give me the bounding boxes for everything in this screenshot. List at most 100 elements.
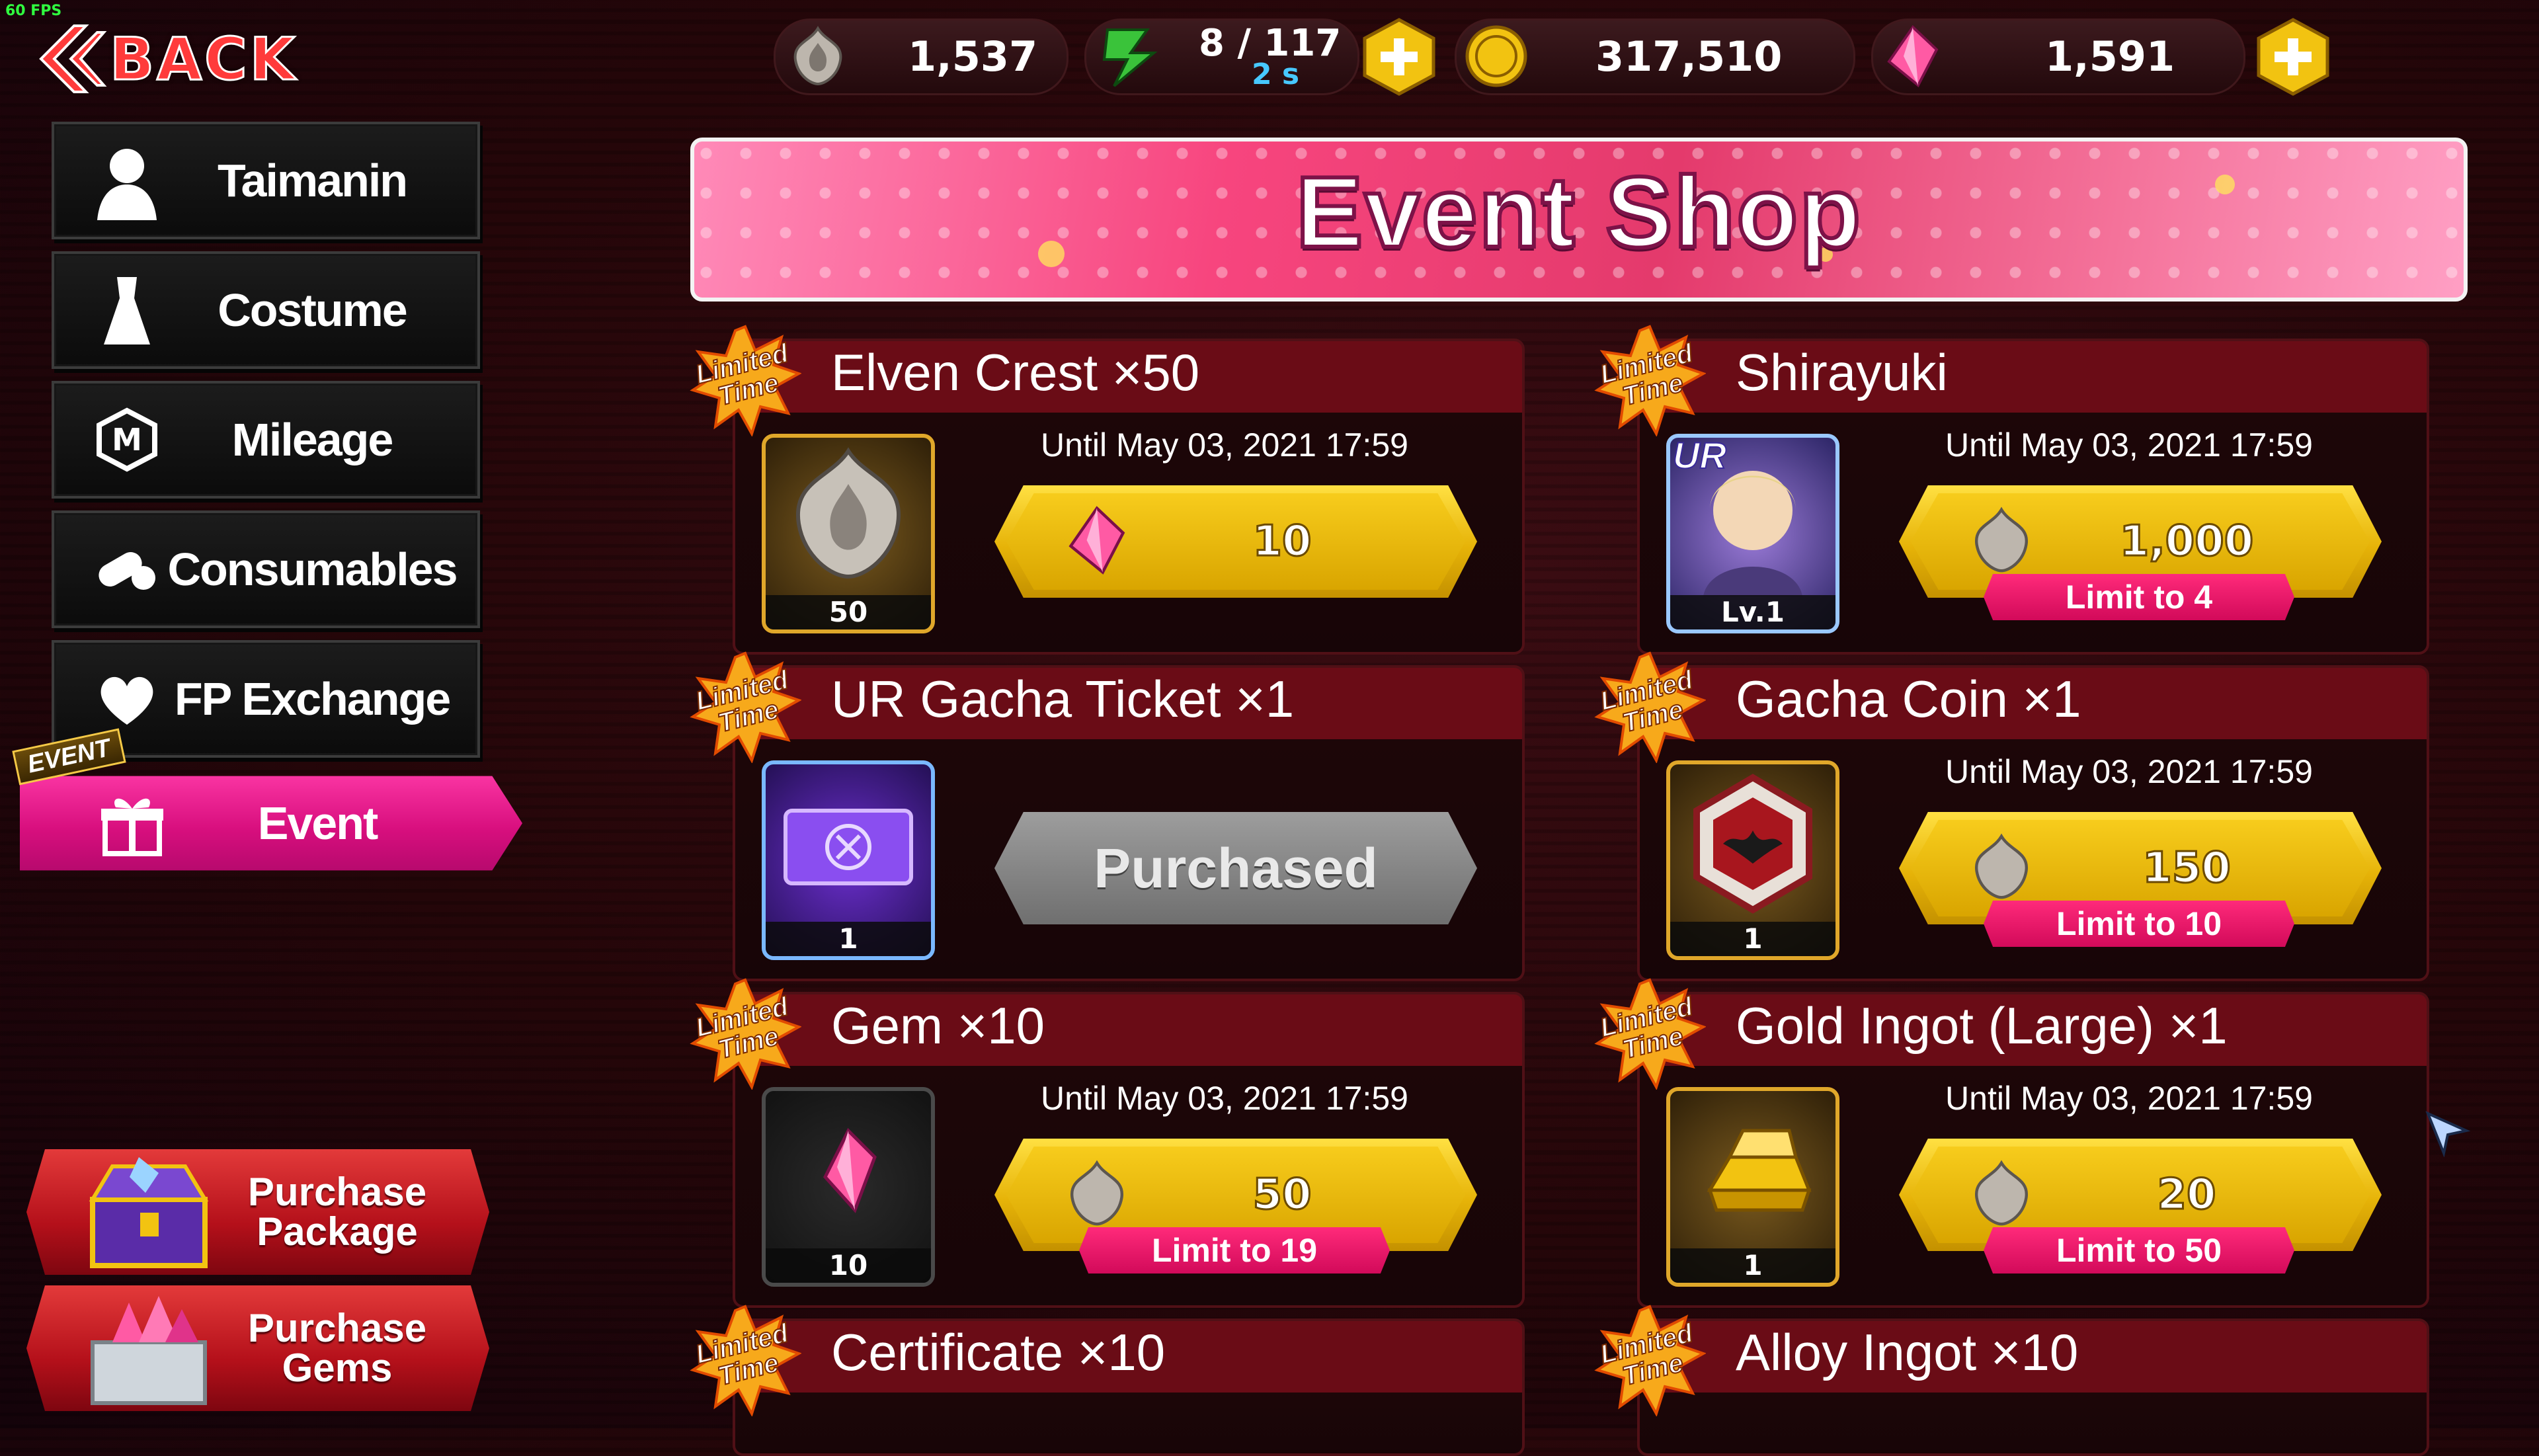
crest-icon: [1975, 1160, 2028, 1226]
gacha-coin-icon: [1693, 774, 1812, 914]
gem-icon: [1887, 24, 1939, 88]
item-name: Certificate ×10: [831, 1323, 1166, 1381]
gacha-ticket-icon: [784, 809, 913, 885]
svg-text:M: M: [112, 422, 142, 458]
item-name: Alloy Ingot ×10: [1736, 1323, 2079, 1381]
purchase-gems-line2: Gems: [282, 1346, 393, 1390]
gem-icon: [1068, 506, 1125, 575]
sidebar-item-costume[interactable]: Costume: [52, 251, 480, 369]
price-value: 10: [1252, 516, 1312, 567]
shop-item-card: Limited Time Elven Crest ×50 50 Until May…: [690, 325, 1525, 655]
purchase-limit: Limit to 4: [1984, 574, 2294, 620]
purchase-limit: Limit to 50: [1984, 1227, 2294, 1274]
item-deadline: Until May 03, 2021 17:59: [1945, 426, 2313, 464]
rarity-badge: UR: [1672, 434, 1727, 477]
limited-time-badge: Limited Time: [1593, 977, 1707, 1091]
item-quantity: 1: [1670, 922, 1835, 956]
add-ap-button[interactable]: [1359, 17, 1439, 97]
purchase-gems-line1: Purchase: [247, 1306, 427, 1350]
shop-item-card: Limited Time UR Gacha Ticket ×1 1 Purchas…: [690, 651, 1525, 981]
purchase-gems-button[interactable]: Purchase Gems: [26, 1285, 489, 1411]
mouse-cursor-icon: [2425, 1111, 2471, 1157]
sidebar-item-taimanin[interactable]: Taimanin: [52, 122, 480, 239]
crest-icon: [1975, 833, 2028, 899]
sidebar-item-label: Mileage: [231, 414, 394, 465]
sidebar-item-label: Consumables: [167, 544, 458, 595]
item-name: Elven Crest ×50: [831, 343, 1200, 401]
shop-item-card: Limited Time Gacha Coin ×1 1 Until May 03…: [1594, 651, 2429, 981]
item-quantity: 1: [1670, 1248, 1835, 1283]
gem-counter: 1,591: [1871, 19, 2245, 95]
limited-time-badge: Limited Time: [689, 1304, 802, 1418]
gem-item-icon: [823, 1127, 877, 1213]
item-thumbnail[interactable]: 50: [762, 434, 935, 633]
shop-item-card: Limited Time Gold Ingot (Large) ×1 1 Unti…: [1594, 978, 2429, 1308]
sidebar-item-consumables[interactable]: Consumables: [52, 510, 480, 628]
purchase-gems-label: Purchase Gems: [198, 1285, 476, 1411]
sidebar-item-label: Taimanin: [217, 155, 408, 206]
back-arrow-icon: [39, 24, 107, 93]
limited-time-badge: Limited Time: [689, 977, 802, 1091]
item-deadline: Until May 03, 2021 17:59: [1041, 426, 1408, 464]
item-name: Gem ×10: [831, 996, 1045, 1055]
purchase-limit: Limit to 19: [1079, 1227, 1390, 1274]
shop-item-card: Limited Time Gem ×10 10 Until May 03, 202…: [690, 978, 1525, 1308]
crest-icon: [1975, 506, 2028, 573]
item-name: Gacha Coin ×1: [1736, 670, 2081, 728]
item-thumbnail[interactable]: 1: [762, 760, 935, 960]
ap-timer: 2 s: [1252, 58, 1300, 91]
back-label: BACK: [109, 24, 298, 94]
sidebar-item-label: FP Exchange: [174, 673, 451, 725]
limited-time-badge: Limited Time: [1593, 1304, 1707, 1418]
item-thumbnail[interactable]: 1: [1666, 760, 1839, 960]
coin-counter: 317,510: [1455, 19, 1855, 95]
limited-time-badge: Limited Time: [1593, 651, 1707, 764]
purchase-package-line1: Purchase: [247, 1170, 427, 1214]
purchase-limit: Limit to 10: [1984, 901, 2294, 947]
item-name: Shirayuki: [1736, 343, 1948, 401]
item-thumbnail[interactable]: 10: [762, 1087, 935, 1287]
item-quantity: 50: [766, 595, 931, 629]
shop-item-card: Limited Time Certificate ×10: [690, 1305, 1525, 1456]
crest-icon: [793, 26, 842, 86]
page-title: Event Shop: [1294, 154, 1863, 270]
crest-value: 1,537: [908, 32, 1038, 81]
gold-ingot-icon: [1707, 1129, 1812, 1212]
item-deadline: Until May 03, 2021 17:59: [1041, 1080, 1408, 1117]
item-deadline: Until May 03, 2021 17:59: [1945, 1080, 2313, 1117]
purchased-button: Purchased: [994, 812, 1477, 924]
ap-counter: 8 / 117 2 s: [1084, 19, 1359, 95]
sidebar-item-label: Event: [257, 797, 379, 849]
crest-icon: [1070, 1160, 1123, 1226]
ap-bolt-icon: [1102, 28, 1158, 87]
limited-time-badge: Limited Time: [1593, 324, 1707, 438]
sidebar-item-mileage[interactable]: M Mileage: [52, 381, 480, 499]
elven-crest-counter: 1,537: [774, 19, 1068, 95]
buy-button[interactable]: 10: [994, 485, 1477, 598]
item-thumbnail[interactable]: UR Lv.1: [1666, 434, 1839, 633]
purchase-package-button[interactable]: Purchase Package: [26, 1149, 489, 1275]
sidebar-item-label: Costume: [218, 284, 407, 336]
limited-time-badge: Limited Time: [689, 324, 802, 438]
shop-item-card: Limited Time Shirayuki UR Lv.1 Until May …: [1594, 325, 2429, 655]
item-quantity: 1: [766, 922, 931, 956]
sidebar-item-event[interactable]: Event: [20, 776, 522, 871]
limited-time-badge: Limited Time: [689, 651, 802, 764]
gold-coin-icon: [1465, 25, 1527, 87]
coin-value: 317,510: [1595, 32, 1783, 81]
elven-crest-item-icon: [795, 447, 901, 579]
item-deadline: Until May 03, 2021 17:59: [1945, 753, 2313, 790]
item-quantity: 10: [766, 1248, 931, 1283]
item-level: Lv.1: [1670, 595, 1835, 629]
item-name: Gold Ingot (Large) ×1: [1736, 996, 2228, 1055]
item-thumbnail[interactable]: 1: [1666, 1087, 1839, 1287]
gem-value: 1,591: [2045, 32, 2175, 81]
back-button[interactable]: BACK: [34, 16, 312, 102]
purchased-label: Purchased: [1094, 836, 1378, 899]
purchase-package-line2: Package: [257, 1209, 418, 1254]
add-gem-button[interactable]: [2253, 17, 2333, 97]
shop-item-card: Limited Time Alloy Ingot ×10: [1594, 1305, 2429, 1456]
item-name: UR Gacha Ticket ×1: [831, 670, 1295, 728]
event-shop-banner: Event Shop: [690, 138, 2468, 302]
purchase-package-label: Purchase Package: [198, 1149, 476, 1275]
